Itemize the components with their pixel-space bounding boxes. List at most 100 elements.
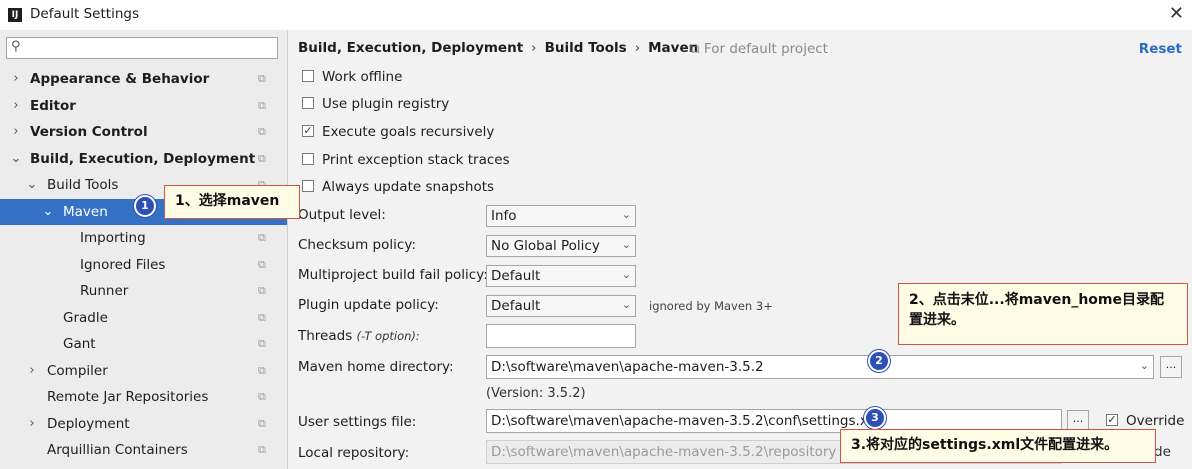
maven-home-combobox[interactable]: D:\software\maven\apache-maven-3.5.2 ⌄ bbox=[486, 355, 1154, 379]
chevron-down-icon: ⌄ bbox=[621, 298, 631, 311]
window-title: Default Settings bbox=[30, 6, 139, 22]
annotation-badge-2: 2 bbox=[868, 350, 890, 372]
annotation-settings-xml: 3.将对应的settings.xml文件配置进来。 bbox=[840, 429, 1156, 463]
maven-version-label: (Version: 3.5.2) bbox=[486, 386, 586, 401]
chevron-right-icon[interactable]: › bbox=[10, 119, 22, 145]
user-settings-label: User settings file: bbox=[298, 414, 417, 430]
select-value: Default bbox=[491, 298, 541, 314]
sidebar-item-runner[interactable]: Runner ⧉ bbox=[0, 278, 287, 304]
multiproject-fail-policy-select[interactable]: Default ⌄ bbox=[486, 265, 636, 287]
select-value: No Global Policy bbox=[491, 238, 600, 254]
chevron-down-icon: ⌄ bbox=[621, 238, 631, 251]
checksum-policy-select[interactable]: No Global Policy ⌄ bbox=[486, 235, 636, 257]
checkbox-label: Execute goals recursively bbox=[322, 124, 495, 140]
sidebar-item-build-execution-deployment[interactable]: ⌄ Build, Execution, Deployment ⧉ bbox=[0, 146, 287, 172]
chevron-down-icon[interactable]: ⌄ bbox=[10, 146, 22, 172]
sidebar-item-appearance-behavior[interactable]: › Appearance & Behavior ⧉ bbox=[0, 66, 287, 92]
breadcrumb: Build, Execution, Deployment › Build Tools… bbox=[298, 40, 698, 56]
project-scope-icon: ⧉ bbox=[258, 363, 266, 377]
threads-input[interactable] bbox=[486, 324, 636, 348]
sidebar-item-editor[interactable]: › Editor ⧉ bbox=[0, 93, 287, 119]
sidebar-item-label: Compiler bbox=[47, 362, 108, 379]
project-scope-icon: ⧉ bbox=[258, 257, 266, 271]
annotation-badge-1: 1 bbox=[134, 195, 156, 217]
checksum-policy-label: Checksum policy: bbox=[298, 237, 416, 253]
browse-maven-home-button[interactable]: ... bbox=[1160, 356, 1182, 378]
use-plugin-registry-checkbox[interactable] bbox=[302, 97, 314, 109]
user-settings-override-checkbox[interactable]: ✓ bbox=[1106, 414, 1118, 426]
project-scope-icon: ⧉ bbox=[258, 337, 266, 350]
always-update-snapshots-checkbox[interactable] bbox=[302, 180, 314, 192]
maven-home-label: Maven home directory: bbox=[298, 359, 454, 375]
checkbox-label: Use plugin registry bbox=[322, 96, 450, 112]
checkbox-label: Print exception stack traces bbox=[322, 152, 510, 168]
sidebar-item-label: Editor bbox=[30, 97, 76, 114]
annotation-maven-home: 2、点击末位...将maven_home目录配置进来。 bbox=[898, 283, 1188, 345]
threads-label-text: Threads bbox=[298, 328, 353, 344]
maven-settings-panel: Build, Execution, Deployment › Build Tools… bbox=[288, 30, 1192, 469]
multiproject-fail-policy-label: Multiproject build fail policy: bbox=[298, 267, 488, 283]
execute-goals-checkbox[interactable]: ✓ bbox=[302, 125, 314, 137]
project-scope-icon: ⧉ bbox=[258, 416, 266, 430]
chevron-right-icon[interactable]: › bbox=[26, 411, 38, 437]
work-offline-checkbox[interactable] bbox=[302, 70, 314, 82]
breadcrumb-item: Build Tools bbox=[544, 40, 627, 56]
input-value: D:\software\maven\apache-maven-3.5.2\rep… bbox=[491, 444, 837, 460]
plugin-update-note: ignored by Maven 3+ bbox=[649, 299, 773, 313]
sidebar-item-importing[interactable]: Importing ⧉ bbox=[0, 225, 287, 251]
breadcrumb-separator: › bbox=[634, 40, 641, 56]
chevron-down-icon: ⌄ bbox=[621, 268, 631, 281]
chevron-right-icon[interactable]: › bbox=[10, 93, 22, 119]
plugin-update-policy-select[interactable]: Default ⌄ bbox=[486, 295, 636, 317]
sidebar-item-label: Gradle bbox=[63, 309, 108, 326]
search-input[interactable] bbox=[29, 40, 269, 56]
select-value: Info bbox=[491, 208, 517, 224]
output-level-select[interactable]: Info ⌄ bbox=[486, 205, 636, 227]
chevron-down-icon[interactable]: ⌄ bbox=[26, 172, 38, 198]
close-icon[interactable]: ✕ bbox=[1169, 3, 1184, 24]
sidebar-item-arquillian-containers[interactable]: Arquillian Containers ⧉ bbox=[0, 437, 287, 463]
sidebar-item-gradle[interactable]: Gradle ⧉ bbox=[0, 305, 287, 331]
sidebar-item-gant[interactable]: Gant ⧉ bbox=[0, 331, 287, 357]
intellij-icon: IJ bbox=[8, 8, 22, 22]
project-scope-icon: ⧉ bbox=[258, 284, 266, 297]
sidebar-item-label: Maven bbox=[63, 203, 108, 220]
select-value: Default bbox=[491, 268, 541, 284]
override-label-partial: de bbox=[1154, 444, 1171, 460]
threads-label: Threads (-T option): bbox=[298, 328, 420, 344]
sidebar-item-label: Remote Jar Repositories bbox=[47, 389, 209, 405]
project-scope-icon: ⧉ bbox=[258, 72, 266, 85]
breadcrumb-separator: › bbox=[531, 40, 537, 56]
project-scope-icon: ⧉ bbox=[258, 231, 266, 244]
chevron-down-icon: ⌄ bbox=[621, 208, 631, 221]
chevron-down-icon[interactable]: ⌄ bbox=[42, 199, 54, 225]
breadcrumb-item: Build, Execution, Deployment bbox=[298, 40, 524, 56]
chevron-right-icon[interactable]: › bbox=[10, 66, 22, 92]
local-repository-label: Local repository: bbox=[298, 445, 410, 461]
sidebar-item-label: Arquillian Containers bbox=[47, 442, 188, 458]
sidebar-item-deployment[interactable]: › Deployment ⧉ bbox=[0, 411, 287, 437]
sidebar-item-label: Runner bbox=[80, 283, 129, 299]
sidebar-item-ignored-files[interactable]: Ignored Files ⧉ bbox=[0, 252, 287, 278]
reset-link[interactable]: Reset bbox=[1139, 41, 1182, 57]
sidebar-item-remote-jar-repositories[interactable]: Remote Jar Repositories ⧉ bbox=[0, 384, 287, 410]
plugin-update-policy-label: Plugin update policy: bbox=[298, 297, 439, 313]
chevron-right-icon[interactable]: › bbox=[26, 358, 38, 384]
sidebar-item-label: Importing bbox=[80, 230, 146, 246]
project-scope-icon: ⧉ bbox=[258, 310, 266, 324]
settings-tree-panel: ⚲ › Appearance & Behavior ⧉ › Editor ⧉ › Versio… bbox=[0, 30, 288, 469]
project-scope-icon: ⧉ bbox=[258, 390, 266, 403]
checkbox-label: Always update snapshots bbox=[322, 179, 495, 195]
sidebar-item-label: Build Tools bbox=[47, 177, 119, 193]
threads-hint: (-T option): bbox=[356, 329, 420, 343]
sidebar-item-version-control[interactable]: › Version Control ⧉ bbox=[0, 119, 287, 145]
sidebar-item-compiler[interactable]: › Compiler ⧉ bbox=[0, 358, 287, 384]
checkbox-label: Work offline bbox=[322, 69, 403, 85]
output-level-label: Output level: bbox=[298, 207, 386, 223]
print-stack-traces-checkbox[interactable] bbox=[302, 153, 314, 165]
project-scope-icon: ⧉ bbox=[258, 443, 266, 456]
search-box[interactable]: ⚲ bbox=[6, 37, 278, 59]
sidebar-item-label: Version Control bbox=[30, 124, 148, 140]
annotation-badge-3: 3 bbox=[864, 407, 886, 429]
sidebar-item-label: Build, Execution, Deployment bbox=[30, 150, 256, 167]
